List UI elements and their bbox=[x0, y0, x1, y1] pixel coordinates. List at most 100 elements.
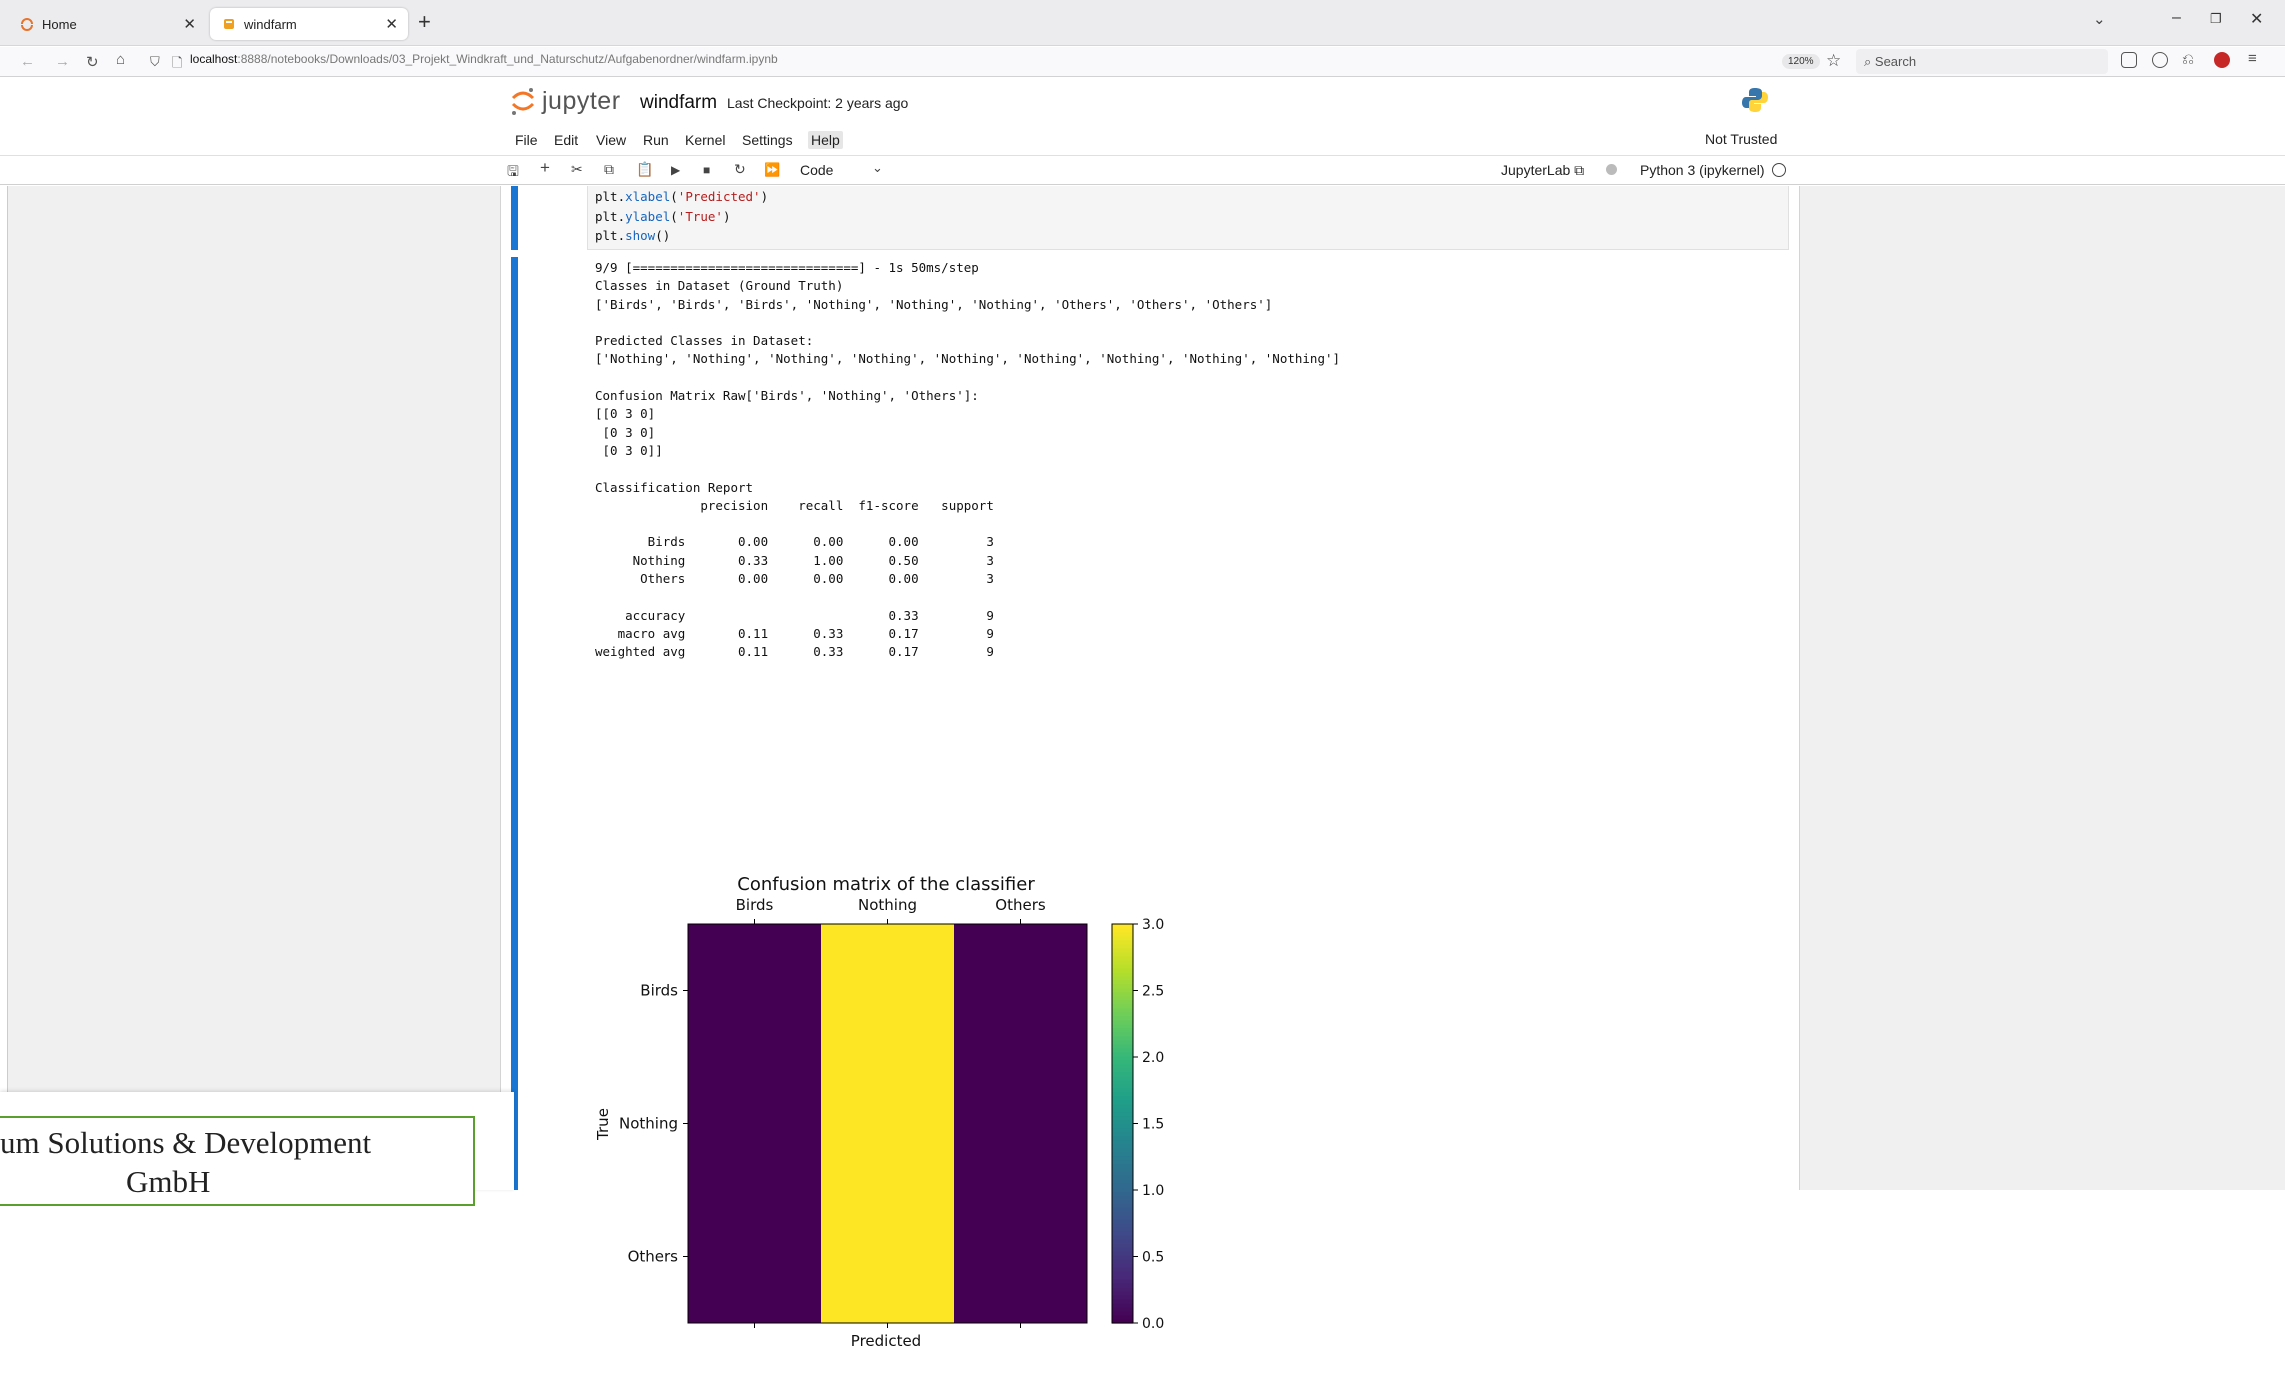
colorbar-segment bbox=[1112, 1155, 1133, 1161]
menu-help[interactable]: Help bbox=[808, 131, 843, 149]
colorbar-segment bbox=[1112, 1279, 1133, 1284]
colorbar-segment bbox=[1112, 1063, 1133, 1069]
menu-file[interactable]: File bbox=[512, 131, 541, 149]
run-cell-icon[interactable]: ▶ bbox=[671, 163, 680, 177]
paste-icon[interactable]: 📋 bbox=[636, 161, 653, 178]
save-icon[interactable]: 🖫 bbox=[507, 161, 519, 185]
colorbar-segment bbox=[1112, 927, 1133, 933]
close-tab-icon[interactable]: ✕ bbox=[385, 15, 398, 33]
colorbar-segment bbox=[1112, 1295, 1133, 1300]
colorbar-segment bbox=[1112, 1291, 1133, 1296]
colorbar-segment bbox=[1112, 1247, 1133, 1252]
kernel-activity-icon bbox=[1606, 164, 1617, 175]
menu-bar: File Edit View Run Kernel Settings Help … bbox=[0, 126, 2285, 154]
heatmap-cell bbox=[954, 1190, 1088, 1324]
app-menu-icon[interactable]: ≡ bbox=[2248, 50, 2257, 67]
colorbar-segment bbox=[1112, 1103, 1133, 1109]
minimize-window-icon[interactable]: – bbox=[2172, 9, 2181, 27]
cell-selection-bar[interactable] bbox=[511, 186, 518, 250]
colorbar-segment bbox=[1112, 999, 1133, 1005]
close-tab-icon[interactable]: ✕ bbox=[183, 15, 196, 33]
browser-tab-windfarm[interactable]: windfarm ✕ bbox=[210, 8, 408, 40]
colorbar-segment bbox=[1112, 1071, 1133, 1077]
browser-tab-home[interactable]: Home ✕ bbox=[8, 8, 206, 40]
cell-type-select[interactable]: Code bbox=[800, 162, 833, 178]
copy-icon[interactable]: ⧉ bbox=[604, 161, 614, 178]
heatmap-cell bbox=[688, 924, 822, 1058]
menu-settings[interactable]: Settings bbox=[739, 131, 796, 149]
colorbar-segment bbox=[1112, 939, 1133, 945]
colorbar-segment bbox=[1112, 1011, 1133, 1017]
extensions-icon[interactable]: ⎌ bbox=[2182, 51, 2194, 68]
colorbar-segment bbox=[1112, 1047, 1133, 1053]
colorbar-segment bbox=[1112, 1139, 1133, 1145]
colorbar-segment bbox=[1112, 1095, 1133, 1101]
restart-kernel-icon[interactable]: ↻ bbox=[734, 161, 746, 178]
colorbar-segment bbox=[1112, 947, 1133, 953]
zoom-level-badge[interactable]: 120% bbox=[1782, 54, 1820, 69]
notebook-area: plt.xlabel('Predicted') plt.ylabel('True'… bbox=[0, 186, 2285, 1350]
new-tab-button[interactable]: + bbox=[418, 11, 431, 33]
colorbar-segment bbox=[1112, 1051, 1133, 1057]
restart-run-all-icon[interactable]: ⏩ bbox=[764, 162, 780, 178]
colorbar-segment bbox=[1112, 1127, 1133, 1133]
jupyter-logo[interactable]: jupyter bbox=[510, 86, 621, 116]
heatmap-cell bbox=[954, 924, 1088, 1058]
x-tick-label: Birds bbox=[736, 896, 774, 914]
code-editor[interactable]: plt.xlabel('Predicted') plt.ylabel('True'… bbox=[595, 187, 768, 246]
page-info-icon[interactable]: 🗋 bbox=[172, 54, 182, 76]
kernel-name[interactable]: Python 3 (ipykernel) bbox=[1640, 162, 1765, 178]
colorbar-segment bbox=[1112, 1303, 1133, 1308]
insert-cell-icon[interactable]: + bbox=[540, 158, 550, 178]
menu-kernel[interactable]: Kernel bbox=[682, 131, 728, 149]
colorbar-segment bbox=[1112, 1315, 1133, 1320]
colorbar-segment bbox=[1112, 1199, 1133, 1204]
colorbar-segment bbox=[1112, 1003, 1133, 1009]
colorbar-segment bbox=[1112, 1039, 1133, 1045]
output-collapse-bar[interactable] bbox=[511, 257, 518, 1190]
shield-icon[interactable]: ⛉ bbox=[150, 54, 160, 70]
bookmark-star-icon[interactable]: ☆ bbox=[1826, 51, 1841, 71]
home-icon[interactable]: ⌂ bbox=[116, 51, 125, 68]
url-bar[interactable]: localhost:8888/notebooks/Downloads/03_Pr… bbox=[190, 52, 778, 66]
pocket-icon[interactable] bbox=[2121, 52, 2137, 68]
colorbar-segment bbox=[1112, 1175, 1133, 1180]
close-window-icon[interactable]: ✕ bbox=[2250, 9, 2263, 29]
restore-window-icon[interactable]: ❐ bbox=[2210, 11, 2222, 27]
cut-icon[interactable]: ✂ bbox=[571, 161, 583, 178]
notebook-title[interactable]: windfarm bbox=[640, 92, 717, 114]
interrupt-kernel-icon[interactable]: ■ bbox=[703, 163, 710, 177]
menu-view[interactable]: View bbox=[593, 131, 629, 149]
forward-arrow-icon[interactable]: → bbox=[55, 53, 70, 70]
list-all-tabs-chevron-icon[interactable]: ⌄ bbox=[2093, 10, 2106, 28]
colorbar-segment bbox=[1112, 1267, 1133, 1272]
colorbar-segment bbox=[1112, 1219, 1133, 1224]
chevron-down-icon[interactable]: ⌄ bbox=[872, 160, 883, 176]
colorbar-segment bbox=[1112, 1119, 1133, 1125]
search-input[interactable]: ⌕ Search bbox=[1856, 49, 2108, 74]
colorbar-segment bbox=[1112, 1227, 1133, 1232]
colorbar-segment bbox=[1112, 1075, 1133, 1081]
colorbar-segment bbox=[1112, 1023, 1133, 1029]
ublock-icon[interactable] bbox=[2214, 52, 2230, 68]
colorbar-segment bbox=[1112, 983, 1133, 989]
back-arrow-icon[interactable]: ← bbox=[20, 53, 35, 70]
menu-edit[interactable]: Edit bbox=[551, 131, 581, 149]
colorbar-tick-label: 2.5 bbox=[1142, 984, 1164, 1000]
external-link-icon: ⧉ bbox=[1574, 162, 1585, 178]
trust-status-button[interactable]: Not Trusted bbox=[1705, 131, 1777, 147]
reload-icon[interactable]: ↻ bbox=[86, 53, 99, 71]
menu-run[interactable]: Run bbox=[640, 131, 672, 149]
colorbar-tick-label: 3.0 bbox=[1142, 917, 1164, 933]
browser-tab-label: Home bbox=[42, 16, 77, 32]
colorbar-segment bbox=[1112, 1143, 1133, 1149]
browser-tab-label: windfarm bbox=[244, 16, 297, 32]
account-icon[interactable] bbox=[2152, 52, 2168, 68]
colorbar-segment bbox=[1112, 1239, 1133, 1244]
y-tick-label: Others bbox=[628, 1248, 679, 1266]
open-in-jupyterlab-link[interactable]: JupyterLab ⧉ bbox=[1501, 162, 1584, 179]
colorbar-segment bbox=[1112, 1027, 1133, 1033]
left-panel-edge bbox=[0, 186, 8, 1190]
colorbar-segment bbox=[1112, 1207, 1133, 1212]
code-cell-input[interactable]: plt.xlabel('Predicted') plt.ylabel('True'… bbox=[587, 186, 1789, 250]
